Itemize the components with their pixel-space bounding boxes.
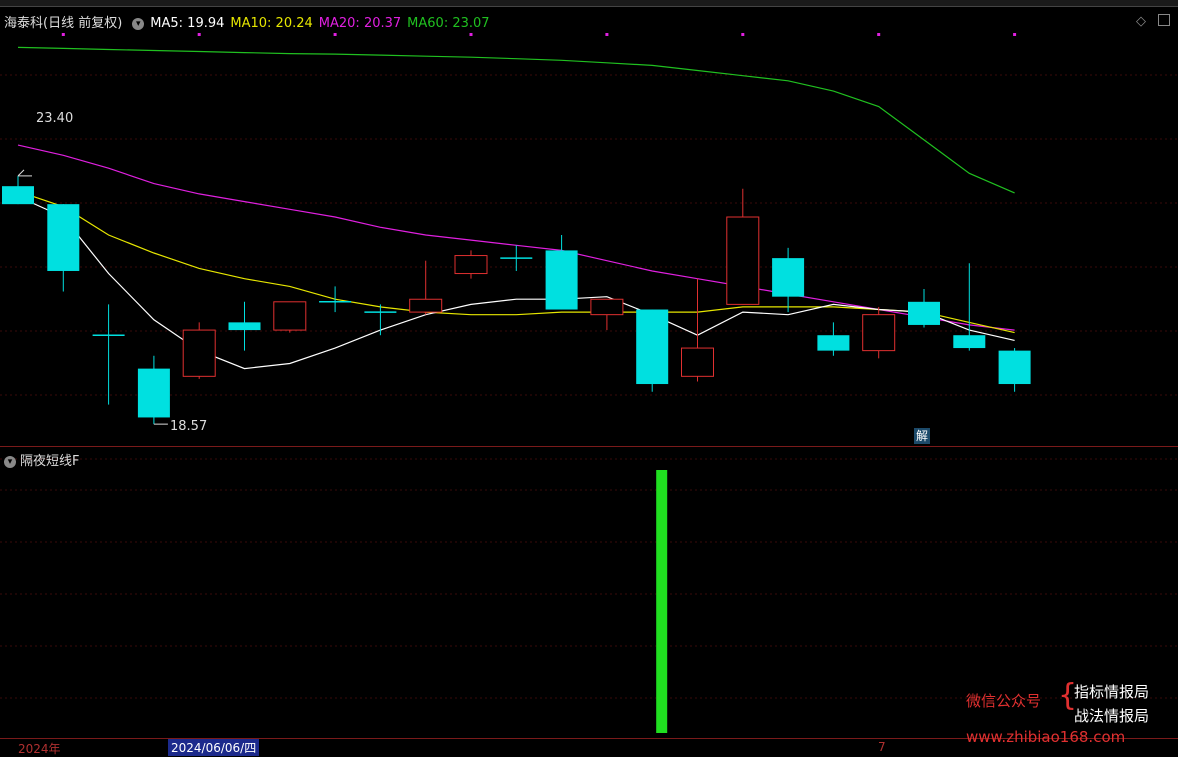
ma-marker-dot bbox=[741, 33, 745, 36]
candle-body bbox=[228, 322, 261, 331]
watermark-url: www.zhibiao168.com bbox=[966, 728, 1126, 746]
price-chart[interactable] bbox=[0, 0, 1178, 754]
ma-marker-dot bbox=[877, 33, 881, 36]
candle-body bbox=[182, 329, 216, 377]
watermark-line1: 指标情报局 bbox=[1074, 683, 1150, 701]
panel-divider bbox=[0, 446, 1178, 447]
indicator-toggle-icon[interactable]: ▾ bbox=[4, 455, 16, 468]
ma-marker-dot bbox=[197, 33, 201, 36]
candle-body bbox=[681, 347, 714, 377]
candle-body bbox=[454, 255, 488, 275]
ma20-line bbox=[17, 144, 1015, 331]
high-price-label: 23.40 bbox=[36, 111, 74, 126]
candle-body bbox=[273, 301, 307, 331]
indicator-header: ▾ 隔夜短线F bbox=[4, 450, 79, 469]
candle-body bbox=[953, 335, 986, 349]
candle-body bbox=[998, 350, 1031, 385]
ma-marker-dot bbox=[469, 33, 473, 36]
ma-marker-dot bbox=[605, 33, 609, 36]
ma60-line bbox=[17, 46, 1015, 194]
candle-body bbox=[862, 314, 896, 352]
candle-body bbox=[590, 298, 624, 316]
candle-body bbox=[47, 204, 80, 271]
candle-body bbox=[2, 186, 34, 205]
candle-body bbox=[409, 298, 443, 313]
ma-marker-dot bbox=[1013, 33, 1017, 36]
candle-body bbox=[817, 335, 850, 351]
low-price-label: 18.57 bbox=[170, 419, 208, 434]
candle-body bbox=[726, 216, 760, 305]
indicator-bar bbox=[656, 470, 668, 733]
selected-date-label: 2024/06/06/四 bbox=[168, 739, 260, 756]
high-marker bbox=[17, 169, 25, 177]
candle-body bbox=[772, 258, 805, 297]
year-label: 2024年 bbox=[18, 742, 61, 756]
candle-body bbox=[908, 301, 940, 325]
jie-badge[interactable]: 解 bbox=[914, 428, 930, 444]
candle-body bbox=[636, 309, 669, 385]
candle-body bbox=[137, 368, 170, 418]
ma-marker-dot bbox=[61, 33, 65, 36]
watermark-lines: 指标情报局 战法情报局 bbox=[1074, 680, 1149, 728]
ma-marker-dot bbox=[333, 33, 337, 36]
candle-body bbox=[545, 250, 578, 310]
indicator-name: 隔夜短线F bbox=[20, 454, 80, 469]
watermark-wechat: 微信公众号 bbox=[966, 692, 1042, 710]
month-label: 7 bbox=[878, 740, 886, 754]
watermark-line2: 战法情报局 bbox=[1074, 707, 1150, 725]
